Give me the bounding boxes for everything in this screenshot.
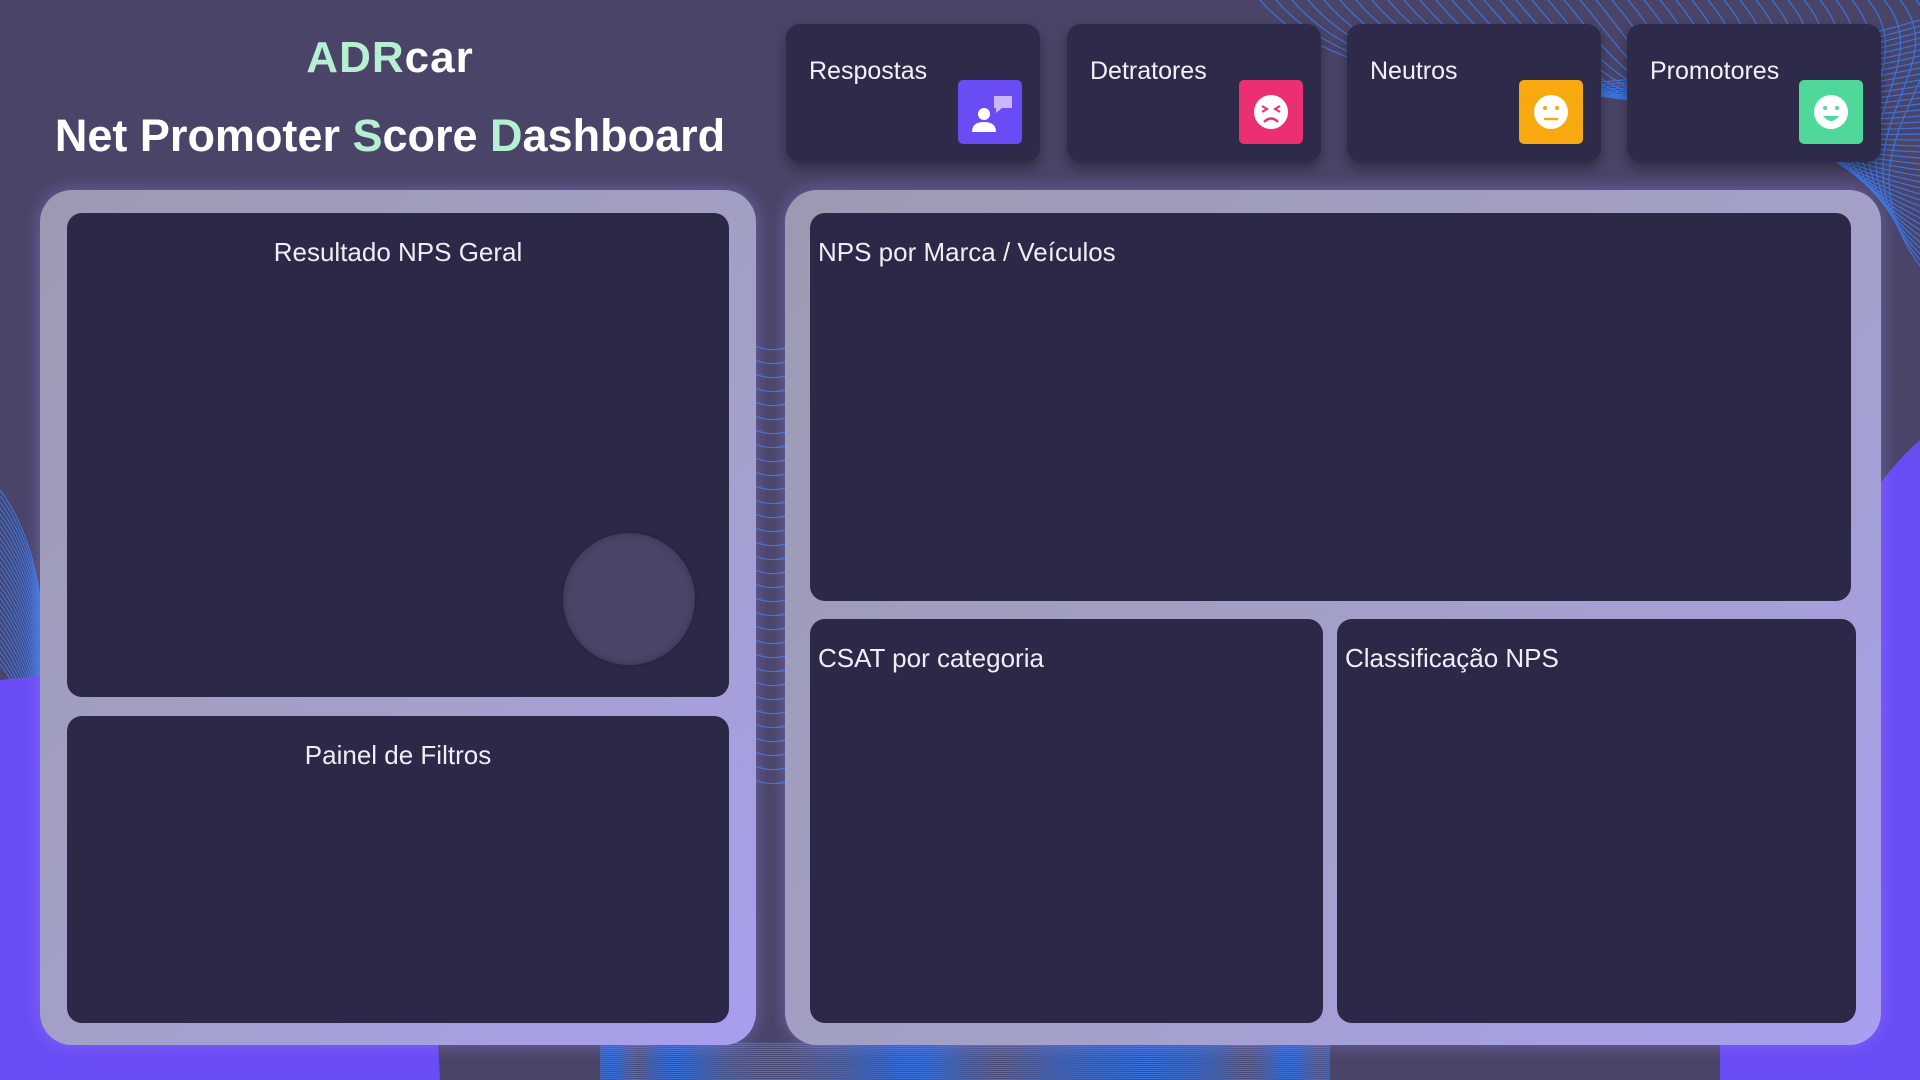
panel-resultado-nps-geral: Resultado NPS Geral <box>67 213 729 697</box>
panel-csat-categoria: CSAT por categoria <box>810 619 1323 1023</box>
title-part: Net Promoter <box>54 110 353 161</box>
title-part-accent: S <box>352 110 383 161</box>
kpi-label-detratores: Detratores <box>1090 57 1207 85</box>
panel-nps-marca-veiculos: NPS por Marca / Veículos <box>810 213 1851 601</box>
panel-title-marca: NPS por Marca / Veículos <box>818 237 1116 267</box>
brand-logo: ADRcar <box>0 30 780 86</box>
panel-title-filtros: Painel de Filtros <box>304 740 492 770</box>
panel-classificacao-nps: Classificação NPS <box>1337 619 1856 1023</box>
panel-title-nps-geral: Resultado NPS Geral <box>273 237 523 267</box>
user-chat-icon <box>958 80 1022 144</box>
title-part: ashboard <box>522 110 726 161</box>
kpi-card-promotores: Promotores <box>1627 24 1881 162</box>
panel-title-csat: CSAT por categoria <box>818 643 1044 673</box>
panel-title-classificacao: Classificação NPS <box>1345 643 1559 673</box>
kpi-card-respostas: Respostas <box>786 24 1040 162</box>
gauge-knob <box>563 533 695 665</box>
panel-filtros: Painel de Filtros <box>67 716 729 1023</box>
kpi-label-promotores: Promotores <box>1650 57 1780 85</box>
kpi-label-respostas: Respostas <box>809 57 928 85</box>
brand-accent: ADR <box>306 33 405 82</box>
angry-face-icon <box>1239 80 1303 144</box>
smile-face-icon <box>1799 80 1863 144</box>
brand-rest: car <box>404 33 474 82</box>
kpi-label-neutros: Neutros <box>1370 57 1458 85</box>
kpi-card-detratores: Detratores <box>1067 24 1321 162</box>
title-part-accent: D <box>490 110 523 161</box>
title-part: core <box>382 110 491 161</box>
page-title: Net Promoter Score Dashboard <box>0 108 780 164</box>
kpi-card-neutros: Neutros <box>1347 24 1601 162</box>
dashboard-header: ADRcar Net Promoter Score Dashboard <box>0 30 780 164</box>
neutral-face-icon <box>1519 80 1583 144</box>
